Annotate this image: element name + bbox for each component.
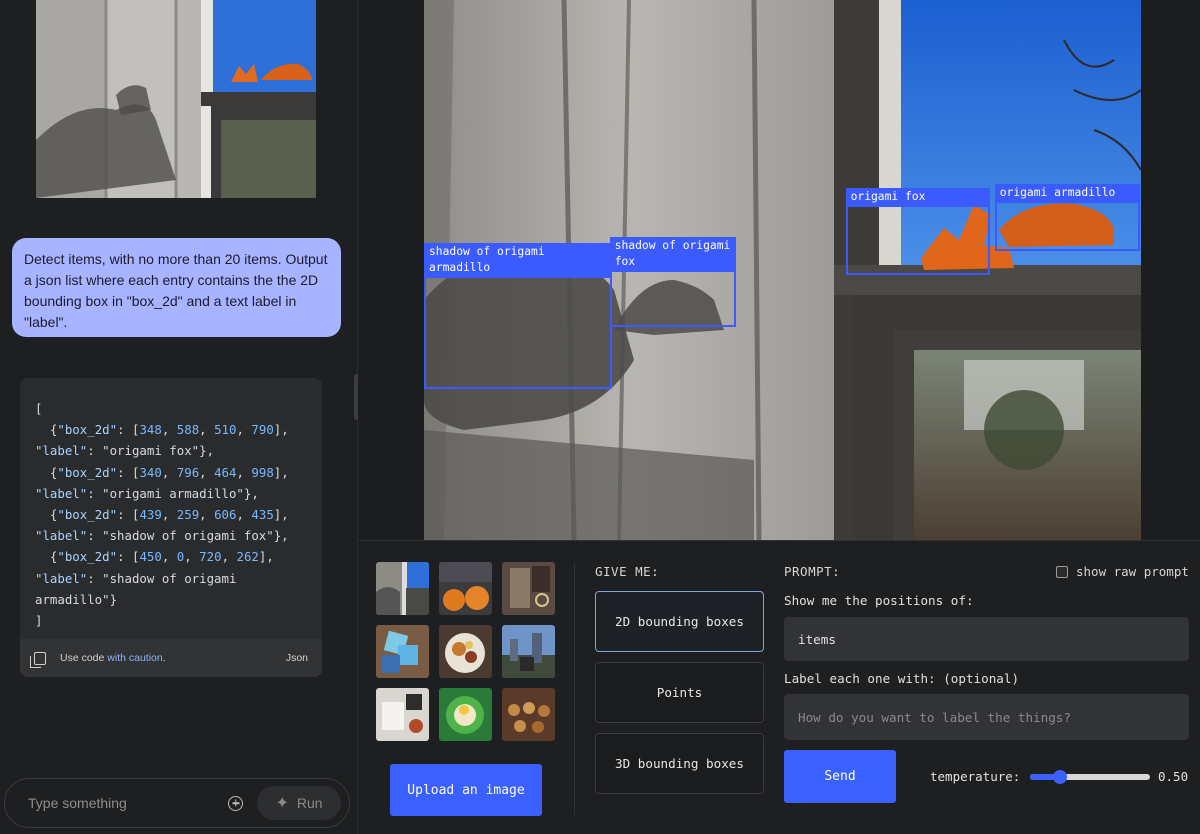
code-line: "label": "origami fox"}, bbox=[35, 443, 215, 459]
sample-image-pumpkins[interactable] bbox=[439, 562, 492, 615]
sparkle-icon: ✦ bbox=[275, 795, 289, 812]
code-footer: Use code with caution. Json bbox=[20, 639, 322, 677]
uploaded-image-thumbnail bbox=[36, 0, 316, 198]
temperature-slider-thumb[interactable] bbox=[1053, 770, 1067, 784]
send-button[interactable]: Send bbox=[784, 750, 896, 803]
bounding-box-label: shadow of origami armadillo bbox=[424, 243, 612, 278]
bounding-box-label: origami fox bbox=[845, 187, 991, 207]
code-line: armadillo"} bbox=[35, 591, 118, 607]
show-raw-prompt-toggle[interactable]: show raw prompt bbox=[1056, 564, 1189, 579]
code-line: {"box_2d": [340, 796, 464, 998], bbox=[35, 464, 289, 480]
show-raw-prompt-checkbox[interactable] bbox=[1056, 565, 1068, 578]
sample-image-food-plate[interactable] bbox=[439, 625, 492, 678]
spatial-understanding-app: shadow of origami armadillo shadow of ori… bbox=[358, 0, 1200, 834]
code-line: {"box_2d": [439, 259, 606, 435], bbox=[35, 507, 289, 523]
code-language: Json bbox=[285, 652, 308, 664]
copy-icon[interactable] bbox=[30, 651, 46, 668]
analyzed-photo: shadow of origami armadillo shadow of ori… bbox=[424, 0, 1141, 540]
temperature-label: temperature: bbox=[930, 769, 1021, 784]
bounding-box: shadow of origami fox bbox=[609, 237, 736, 328]
chat-panel: Detect items, with no more than 20 items… bbox=[0, 0, 357, 834]
message-composer: ✦ Run bbox=[4, 778, 350, 828]
code-caution-text: Use code with caution. bbox=[60, 652, 166, 664]
code-line: ] bbox=[35, 613, 43, 629]
code-content: [ {"box_2d": [348, 588, 510, 790], "label… bbox=[20, 378, 322, 639]
bounding-box: origami fox bbox=[845, 187, 991, 276]
bounding-box: origami armadillo bbox=[994, 183, 1140, 251]
label-with-label: Label each one with: (optional) bbox=[784, 671, 1020, 686]
give-me-heading: GIVE ME: bbox=[595, 564, 660, 579]
label-input[interactable] bbox=[784, 694, 1189, 740]
sample-image-desk-items[interactable] bbox=[376, 688, 429, 741]
image-viewer: shadow of origami armadillo shadow of ori… bbox=[358, 0, 1200, 540]
bounding-box-label: origami armadillo bbox=[994, 183, 1140, 203]
mode-button-2d-bounding-boxes[interactable]: 2D bounding boxes bbox=[595, 591, 764, 652]
show-raw-prompt-label: show raw prompt bbox=[1076, 564, 1189, 579]
code-line: "label": "shadow of origami fox"}, bbox=[35, 528, 289, 544]
sample-image-sticky-notes[interactable] bbox=[376, 625, 429, 678]
sample-image-bakery[interactable] bbox=[502, 688, 555, 741]
bounding-box: shadow of origami armadillo bbox=[424, 243, 612, 389]
positions-label: Show me the positions of: bbox=[784, 593, 974, 608]
bounding-box-label: shadow of origami fox bbox=[609, 237, 736, 273]
sample-image-city-view[interactable] bbox=[502, 625, 555, 678]
sample-image-scissors[interactable] bbox=[502, 562, 555, 615]
run-button[interactable]: ✦ Run bbox=[257, 786, 341, 820]
code-line: "label": "origami armadillo"}, bbox=[35, 485, 259, 501]
user-message: Detect items, with no more than 20 items… bbox=[12, 238, 341, 337]
code-line: "label": "shadow of origami bbox=[35, 570, 237, 586]
caution-link[interactable]: with caution bbox=[107, 652, 162, 664]
add-icon[interactable] bbox=[228, 795, 243, 811]
sample-image-salad-plate[interactable] bbox=[439, 688, 492, 741]
controls-divider bbox=[574, 563, 575, 815]
temperature-slider[interactable] bbox=[1030, 770, 1150, 784]
code-line: {"box_2d": [348, 588, 510, 790], bbox=[35, 422, 289, 438]
message-input[interactable] bbox=[28, 795, 218, 811]
items-input[interactable] bbox=[784, 617, 1189, 661]
code-block: [ {"box_2d": [348, 588, 510, 790], "label… bbox=[20, 378, 322, 677]
mode-button-3d-bounding-boxes[interactable]: 3D bounding boxes bbox=[595, 733, 764, 794]
controls-panel: Upload an image GIVE ME: 2D bounding box… bbox=[358, 540, 1200, 834]
code-line: [ bbox=[35, 401, 43, 416]
mode-button-points[interactable]: Points bbox=[595, 662, 764, 723]
prompt-heading: PROMPT: bbox=[784, 564, 841, 579]
code-line: {"box_2d": [450, 0, 720, 262], bbox=[35, 549, 274, 565]
sample-image-window[interactable] bbox=[376, 562, 429, 615]
temperature-value: 0.50 bbox=[1158, 769, 1189, 784]
upload-image-button[interactable]: Upload an image bbox=[390, 764, 542, 816]
